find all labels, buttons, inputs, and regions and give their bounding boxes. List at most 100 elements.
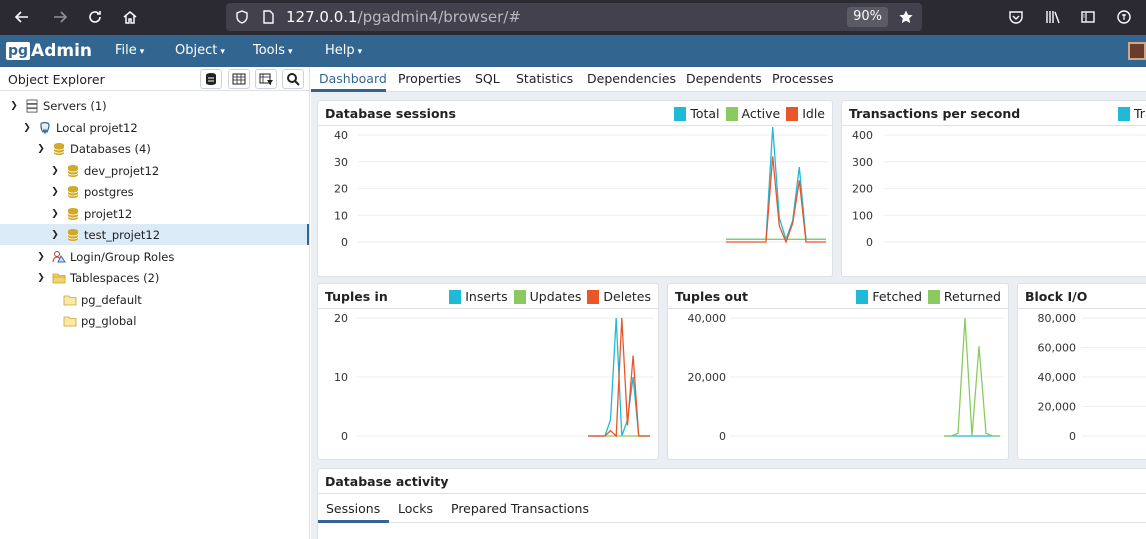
- explorer-title: Object Explorer: [8, 72, 105, 87]
- avatar[interactable]: [1128, 42, 1146, 60]
- tree-item-roles[interactable]: ❯ Login/Group Roles: [0, 246, 309, 267]
- tree-item-database[interactable]: ❯ projet12: [0, 203, 309, 224]
- tree-label: Local projet12: [56, 120, 138, 135]
- chevron-right-icon[interactable]: ❯: [49, 165, 61, 177]
- legend-swatch-updates: [513, 289, 526, 304]
- database-icon: [66, 185, 80, 199]
- y-tick-label: 40: [334, 129, 348, 142]
- tab-dashboard[interactable]: Dashboard: [319, 71, 387, 86]
- menu-tools[interactable]: Tools ▾: [253, 43, 293, 58]
- tab-processes[interactable]: Processes: [772, 71, 834, 86]
- pocket-icon[interactable]: [1004, 5, 1028, 29]
- forward-icon[interactable]: [48, 5, 72, 29]
- database-query-icon: [206, 73, 216, 85]
- legend-label: Updates: [529, 289, 582, 304]
- y-tick-label: 0: [866, 236, 873, 249]
- y-tick-label: 10: [334, 209, 348, 222]
- filter-rows-button[interactable]: [255, 69, 277, 89]
- legend-swatch-returned: [927, 289, 940, 304]
- extension-icon[interactable]: [1112, 5, 1136, 29]
- activity-title: Database activity: [325, 474, 449, 489]
- dashboard-panel: Database sessions Total Active Idle 40 30…: [311, 92, 1146, 539]
- tab-statistics[interactable]: Statistics: [516, 71, 573, 86]
- chevron-right-icon[interactable]: ❯: [35, 251, 47, 263]
- tree-label: Login/Group Roles: [70, 249, 175, 264]
- legend-swatch-deletes: [587, 289, 600, 304]
- tree-item-database[interactable]: ❯ postgres: [0, 181, 309, 202]
- tab-dependencies[interactable]: Dependencies: [587, 71, 676, 86]
- legend-label: Idle: [802, 106, 825, 121]
- chart-title: Block I/O: [1025, 289, 1088, 304]
- chevron-down-icon[interactable]: ❯: [8, 100, 20, 112]
- menu-object[interactable]: Object ▾: [175, 43, 225, 58]
- chevron-down-icon: ▾: [357, 47, 363, 57]
- tab-sql[interactable]: SQL: [475, 71, 500, 86]
- search-objects-button[interactable]: [282, 69, 304, 89]
- menu-file[interactable]: File ▾: [115, 43, 144, 58]
- legend-swatch-idle: [786, 106, 799, 121]
- search-icon: [287, 73, 300, 86]
- subtab-prepared-transactions[interactable]: Prepared Transactions: [451, 501, 589, 516]
- tree-item-database[interactable]: ❯ dev_projet12: [0, 160, 309, 181]
- series-line-total: [726, 127, 826, 242]
- y-tick-label: 0: [341, 236, 348, 249]
- zoom-level[interactable]: 90%: [847, 7, 888, 27]
- back-icon[interactable]: [10, 5, 34, 29]
- tree-item-database-selected[interactable]: ❯ test_projet12: [0, 224, 309, 245]
- y-tick-label: 20,000: [1038, 401, 1077, 414]
- menu-help[interactable]: Help ▾: [325, 43, 362, 58]
- chart-card-sessions: Database sessions Total Active Idle 40 30…: [317, 100, 833, 277]
- databases-icon: [52, 142, 66, 156]
- tablespaces-icon: [52, 271, 66, 285]
- sidebar-icon[interactable]: [1076, 5, 1100, 29]
- y-tick-label: 60,000: [1038, 342, 1077, 355]
- view-data-button[interactable]: [228, 69, 250, 89]
- url-text[interactable]: 127.0.0.1/pgadmin4/browser/#: [286, 8, 521, 26]
- database-activity-card: Database activity Sessions Locks Prepare…: [317, 468, 1146, 539]
- chevron-down-icon[interactable]: ❯: [35, 143, 47, 155]
- legend-label: Tra: [1134, 106, 1146, 121]
- tree-label: Servers (1): [43, 98, 107, 113]
- reload-icon[interactable]: [83, 5, 107, 29]
- sessions-chart-plot: 40 30 20 10 0: [334, 127, 828, 249]
- tree-item-tablespace[interactable]: pg_default: [0, 289, 309, 310]
- chart-legend: Inserts Updates Deletes: [443, 289, 651, 304]
- y-tick-label: 40,000: [1038, 371, 1077, 384]
- tree-item-tablespace[interactable]: pg_global: [0, 310, 309, 331]
- card-header: Database sessions Total Active Idle: [318, 101, 832, 126]
- chevron-right-icon[interactable]: ❯: [49, 229, 61, 241]
- tree-item-tablespaces[interactable]: ❯ Tablespaces (2): [0, 267, 309, 288]
- legend-swatch-inserts: [449, 289, 462, 304]
- card-header: Tuples out Fetched Returned: [668, 284, 1008, 309]
- url-bar[interactable]: 127.0.0.1/pgadmin4/browser/# 90%: [226, 3, 922, 31]
- object-explorer: Object Explorer ❯ Servers (1) ❯ Local pr…: [0, 67, 310, 539]
- pgadmin-logo[interactable]: pg Admin: [6, 41, 92, 61]
- tree-item-databases[interactable]: ❯ Databases (4): [0, 138, 309, 159]
- y-tick-label: 30: [334, 156, 348, 169]
- legend-swatch-total: [674, 106, 687, 121]
- library-icon[interactable]: [1041, 5, 1065, 29]
- tree-item-servers[interactable]: ❯ Servers (1): [0, 95, 309, 116]
- tree-label: Tablespaces (2): [70, 270, 160, 285]
- tab-properties[interactable]: Properties: [398, 71, 461, 86]
- bookmark-star-icon[interactable]: [894, 5, 918, 29]
- chart-card-block-io: Block I/O 80,000 60,000 40,000 20,000 0: [1017, 283, 1146, 460]
- elephant-server-icon: [38, 121, 52, 135]
- subtab-sessions[interactable]: Sessions: [326, 501, 380, 516]
- tps-chart-plot: 400 300 200 100 0: [852, 129, 1146, 249]
- tree-label: Databases (4): [70, 141, 151, 156]
- subtab-locks[interactable]: Locks: [398, 501, 433, 516]
- chevron-down-icon[interactable]: ❯: [21, 122, 33, 134]
- tree-item-server-local[interactable]: ❯ Local projet12: [0, 117, 309, 138]
- chevron-down-icon[interactable]: ❯: [35, 272, 47, 284]
- shield-icon[interactable]: [230, 5, 254, 29]
- query-tool-button[interactable]: [200, 69, 222, 89]
- folder-icon: [63, 293, 77, 307]
- database-icon: [66, 207, 80, 221]
- chevron-right-icon[interactable]: ❯: [49, 186, 61, 198]
- tab-dependents[interactable]: Dependents: [686, 71, 762, 86]
- tuples-out-chart-plot: 40,000 20,000 0: [688, 312, 1004, 443]
- home-icon[interactable]: [118, 5, 142, 29]
- y-tick-label: 10: [334, 371, 348, 384]
- chevron-right-icon[interactable]: ❯: [49, 208, 61, 220]
